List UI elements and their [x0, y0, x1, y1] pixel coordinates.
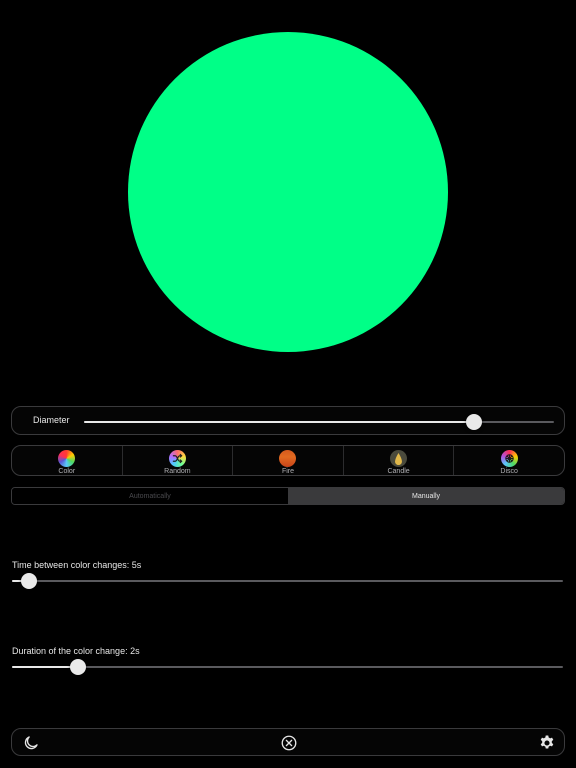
mode-label: Disco — [500, 468, 518, 475]
mode-fire[interactable]: Fire — [232, 446, 343, 475]
mode-selector: Color Random Fire Candle Disco — [11, 445, 565, 476]
bottom-toolbar — [11, 728, 565, 756]
mode-candle[interactable]: Candle — [342, 446, 454, 475]
gear-icon[interactable] — [538, 734, 556, 752]
duration-slider-thumb[interactable] — [70, 659, 87, 675]
mode-random[interactable]: Random — [121, 446, 233, 475]
light-circle[interactable] — [128, 32, 448, 352]
screen: Diameter Color Random Fire Candle Disco … — [0, 0, 576, 768]
duration-label: Duration of the color change: 2s — [12, 646, 140, 656]
time-between-label: Time between color changes: 5s — [12, 560, 142, 570]
time-between-slider-thumb[interactable] — [20, 573, 37, 589]
duration-slider[interactable] — [12, 659, 563, 675]
change-mode-segmented-control: Automatically Manually — [11, 487, 565, 505]
moon-icon[interactable] — [22, 734, 40, 752]
diameter-slider-fill — [84, 421, 475, 423]
close-circle-icon[interactable] — [280, 734, 298, 752]
shuffle-icon — [168, 450, 186, 467]
mode-label: Random — [164, 468, 191, 475]
segment-manually[interactable]: Manually — [288, 488, 564, 504]
diameter-panel: Diameter — [11, 406, 565, 435]
mode-label: Candle — [387, 468, 410, 475]
color-wheel-icon — [58, 450, 76, 467]
disco-icon — [500, 450, 518, 467]
segment-automatically[interactable]: Automatically — [12, 488, 288, 504]
time-between-slider[interactable] — [12, 573, 563, 589]
diameter-slider-thumb[interactable] — [466, 414, 483, 430]
mode-disco[interactable]: Disco — [453, 446, 564, 475]
mode-color[interactable]: Color — [12, 446, 122, 475]
diameter-slider[interactable] — [84, 414, 554, 430]
duration-slider-fill — [12, 666, 79, 668]
mode-label: Color — [58, 468, 76, 475]
fire-icon — [279, 450, 297, 467]
mode-label: Fire — [281, 468, 295, 475]
candle-flame-icon — [390, 450, 408, 467]
diameter-label: Diameter — [33, 415, 70, 425]
